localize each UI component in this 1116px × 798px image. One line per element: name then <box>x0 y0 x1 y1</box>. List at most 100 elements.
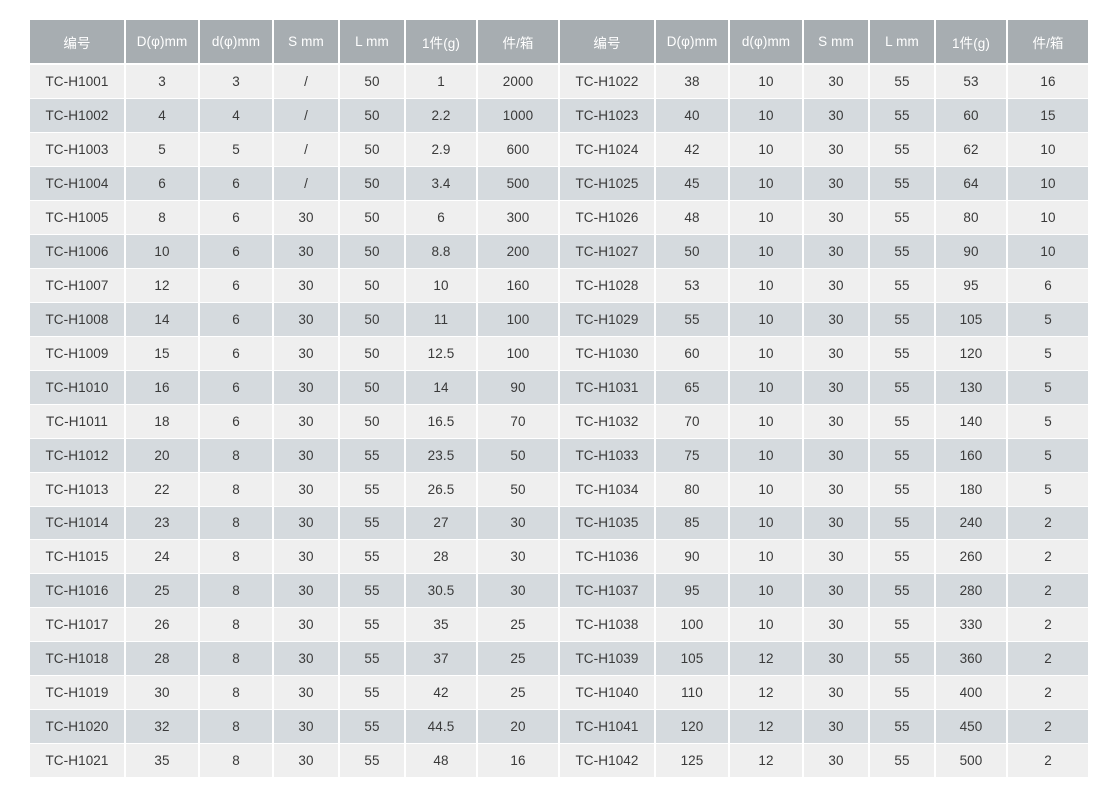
cell-L: 55 <box>870 540 936 575</box>
cell-box: 30 <box>478 574 558 609</box>
cell-code: TC-H1021 <box>30 744 126 779</box>
cell-code: TC-H1041 <box>560 710 656 745</box>
cell-S: / <box>274 133 340 168</box>
cell-L: 55 <box>870 99 936 134</box>
cell-weight: 120 <box>936 336 1008 371</box>
cell-code: TC-H1037 <box>560 574 656 609</box>
cell-box: 16 <box>1008 65 1088 100</box>
cell-D: 10 <box>126 235 200 269</box>
cell-S: 30 <box>804 99 870 134</box>
cell-L: 50 <box>340 370 406 405</box>
column-header-d: d(φ)mm <box>200 20 274 66</box>
table-row: TC-H1008 14 6 30 50 11 100 <box>30 302 558 337</box>
cell-code: TC-H1028 <box>560 268 656 303</box>
cell-S: 30 <box>804 302 870 337</box>
table-row: TC-H1004 6 6/50 3.4 500 <box>30 167 558 202</box>
cell-box: 15 <box>1008 99 1088 134</box>
cell-D: 16 <box>126 370 200 405</box>
column-header-L: L mm <box>870 20 936 66</box>
cell-weight: 27 <box>406 506 478 541</box>
cell-weight: 11 <box>406 302 478 337</box>
cell-S: 30 <box>804 167 870 202</box>
cell-weight: 23.5 <box>406 438 478 473</box>
cell-D: 65 <box>656 370 730 405</box>
table-row: TC-H1039 105 12 30 55 360 2 <box>560 642 1088 677</box>
cell-d: 10 <box>730 608 804 643</box>
cell-D: 42 <box>656 133 730 168</box>
cell-weight: 3.4 <box>406 167 478 202</box>
column-header-weight: 1件(g) <box>936 20 1008 66</box>
table-row: TC-H1009 15 6 30 50 12.5 100 <box>30 336 558 371</box>
cell-code: TC-H1026 <box>560 201 656 236</box>
table-half-left: 编号 D(φ)mm d(φ)mm S mm L mm 1件(g) 件/箱 TC-H1001 3 3… <box>30 20 558 779</box>
cell-box: 20 <box>478 710 558 745</box>
table-row: TC-H1007 12 6 30 50 10 160 <box>30 268 558 303</box>
cell-box: 70 <box>478 404 558 439</box>
cell-code: TC-H1012 <box>30 438 126 473</box>
cell-L: 55 <box>340 676 406 711</box>
cell-code: TC-H1032 <box>560 404 656 439</box>
column-header-D: D(φ)mm <box>126 20 200 66</box>
cell-L: 55 <box>340 642 406 677</box>
cell-d: 6 <box>200 201 274 236</box>
cell-L: 55 <box>870 710 936 745</box>
cell-d: 6 <box>200 370 274 405</box>
cell-box: 1000 <box>478 99 558 134</box>
cell-D: 22 <box>126 472 200 507</box>
cell-L: 55 <box>340 574 406 609</box>
cell-code: TC-H1034 <box>560 472 656 507</box>
cell-D: 24 <box>126 540 200 575</box>
column-header-box: 件/箱 <box>1008 20 1088 66</box>
cell-D: 110 <box>656 676 730 711</box>
table-row: TC-H1026 48 10 30 55 80 10 <box>560 201 1088 236</box>
cell-box: 2 <box>1008 574 1088 609</box>
cell-D: 53 <box>656 268 730 303</box>
cell-code: TC-H1038 <box>560 608 656 643</box>
cell-L: 50 <box>340 201 406 236</box>
cell-box: 2 <box>1008 506 1088 541</box>
cell-S: 30 <box>804 744 870 779</box>
cell-S: 30 <box>804 268 870 303</box>
cell-S: 30 <box>804 133 870 168</box>
table-row: TC-H1003 5 5/50 2.9 600 <box>30 133 558 168</box>
cell-d: 12 <box>730 710 804 745</box>
cell-code: TC-H1008 <box>30 302 126 337</box>
cell-weight: 48 <box>406 744 478 779</box>
table-row: TC-H1037 95 10 30 55 280 2 <box>560 574 1088 609</box>
table-header-row: 编号 D(φ)mm d(φ)mm S mm L mm 1件(g) 件/箱 <box>30 20 558 66</box>
cell-d: 8 <box>200 744 274 779</box>
cell-D: 23 <box>126 506 200 541</box>
cell-weight: 10 <box>406 268 478 303</box>
cell-code: TC-H1009 <box>30 336 126 371</box>
cell-D: 30 <box>126 676 200 711</box>
cell-weight: 105 <box>936 302 1008 337</box>
cell-box: 2 <box>1008 710 1088 745</box>
cell-weight: 42 <box>406 676 478 711</box>
cell-S: 30 <box>274 676 340 711</box>
cell-code: TC-H1033 <box>560 438 656 473</box>
cell-code: TC-H1018 <box>30 642 126 677</box>
cell-S: 30 <box>274 574 340 609</box>
cell-S: 30 <box>804 370 870 405</box>
cell-weight: 60 <box>936 99 1008 134</box>
cell-d: 10 <box>730 201 804 236</box>
cell-D: 95 <box>656 574 730 609</box>
cell-S: 30 <box>804 506 870 541</box>
cell-weight: 130 <box>936 370 1008 405</box>
cell-weight: 95 <box>936 268 1008 303</box>
cell-weight: 140 <box>936 404 1008 439</box>
cell-d: 6 <box>200 167 274 202</box>
cell-d: 8 <box>200 676 274 711</box>
column-header-S: S mm <box>274 20 340 66</box>
cell-d: 10 <box>730 506 804 541</box>
cell-code: TC-H1024 <box>560 133 656 168</box>
cell-code: TC-H1029 <box>560 302 656 337</box>
cell-box: 10 <box>1008 167 1088 202</box>
cell-L: 50 <box>340 302 406 337</box>
cell-d: 10 <box>730 133 804 168</box>
column-header-L: L mm <box>340 20 406 66</box>
table-row: TC-H1012 20 8 30 55 23.5 50 <box>30 438 558 473</box>
cell-D: 105 <box>656 642 730 677</box>
table-row: TC-H1020 32 8 30 55 44.5 20 <box>30 710 558 745</box>
cell-box: 6 <box>1008 268 1088 303</box>
